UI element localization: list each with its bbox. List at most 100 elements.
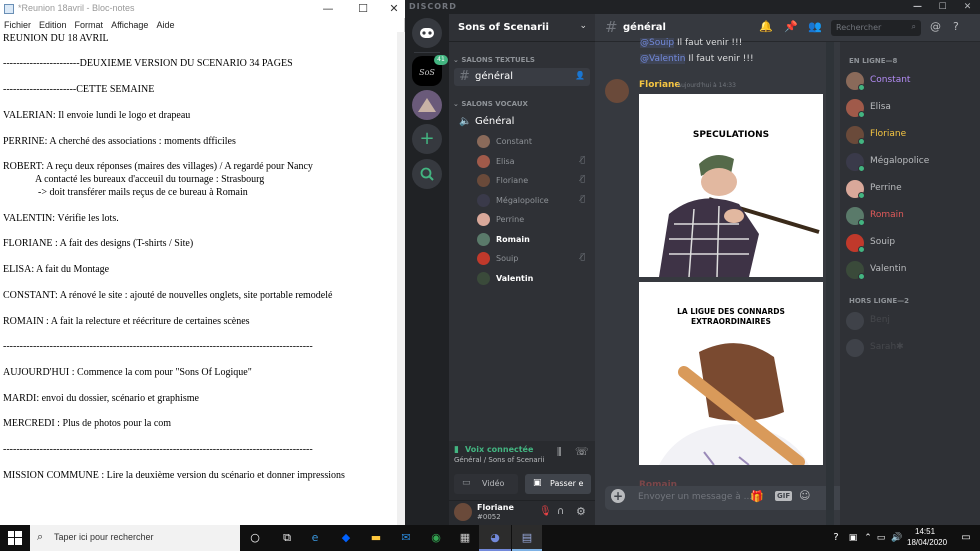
member-name: Floriane: [870, 129, 907, 139]
notepad-titlebar[interactable]: *Reunion 18avril - Bloc-notes — ☐ ✕: [0, 0, 405, 18]
notification-badge: 41: [434, 55, 448, 65]
member-name: Sarah✱: [870, 342, 904, 352]
voice-channels-category[interactable]: ⌄ SALONS VOCAUX: [453, 100, 528, 108]
chat-scrollbar[interactable]: [826, 42, 834, 525]
app-icon[interactable]: ▦: [457, 530, 473, 546]
taskbar-discord[interactable]: ◕: [479, 525, 511, 551]
members-icon[interactable]: 👥: [808, 20, 822, 33]
sound-icon[interactable]: ⫼: [557, 447, 562, 458]
notepad-icon: ▤: [521, 531, 533, 544]
online-status-icon: [858, 84, 865, 91]
voice-user[interactable]: Valentin: [473, 270, 589, 288]
member-item[interactable]: Perrine: [846, 177, 976, 201]
home-icon[interactable]: [412, 18, 442, 48]
invite-icon[interactable]: 👤: [575, 71, 585, 80]
menu-aide[interactable]: Aide: [156, 18, 174, 32]
text-line: ----------------------CETTE SEMAINE: [3, 84, 155, 95]
minimize-icon[interactable]: —: [910, 0, 926, 14]
member-item[interactable]: Constant: [846, 69, 976, 93]
message-author[interactable]: Floriane: [639, 80, 681, 90]
maximize-icon[interactable]: ☐: [935, 0, 951, 14]
search-icon: ⌕: [911, 22, 916, 31]
mention-icon[interactable]: @: [930, 20, 941, 33]
notepad-window: *Reunion 18avril - Bloc-notes — ☐ ✕ Fich…: [0, 0, 405, 525]
file-explorer-icon[interactable]: ▬: [368, 530, 384, 546]
voice-user[interactable]: Souip 🎙̸: [473, 250, 589, 268]
mute-icon[interactable]: 🎙: [539, 506, 552, 517]
member-name: Mégalopolice: [870, 156, 930, 166]
add-server-icon[interactable]: +: [412, 124, 442, 154]
voice-channel-general[interactable]: 🔈 Général: [454, 113, 590, 131]
avatar[interactable]: [454, 503, 472, 521]
notepad-menubar: Fichier Edition Format Affichage Aide: [0, 18, 405, 32]
notification-icon[interactable]: ▭: [958, 530, 974, 546]
search-input[interactable]: Rechercher ⌕: [831, 20, 921, 36]
edge-icon[interactable]: e: [307, 530, 323, 546]
volume-icon[interactable]: 🔊: [889, 530, 905, 546]
task-view-icon[interactable]: ○: [247, 530, 263, 546]
mail-icon[interactable]: ✉: [398, 530, 414, 546]
server-header[interactable]: Sons of Scenarii ⌄: [449, 14, 595, 42]
text-line: FLORIANE : A fait des designs (T-shirts …: [3, 238, 194, 249]
menu-format[interactable]: Format: [75, 18, 104, 32]
voice-user[interactable]: Constant: [473, 133, 589, 151]
dropbox-icon[interactable]: ◆: [338, 530, 354, 546]
close-icon[interactable]: ✕: [386, 2, 402, 16]
menu-fichier[interactable]: Fichier: [4, 18, 31, 32]
member-item[interactable]: Elisa: [846, 96, 976, 120]
disconnect-icon[interactable]: ☏: [575, 445, 589, 458]
emoji-icon[interactable]: ☺: [799, 489, 810, 502]
video-button[interactable]: ▭ Vidéo: [454, 474, 518, 494]
minimize-icon[interactable]: —: [320, 2, 336, 16]
member-item-offline[interactable]: Benj: [846, 309, 976, 333]
taskbar-search-placeholder: Taper ici pour rechercher: [54, 532, 154, 542]
text-line: MERCREDI : Plus de photos pour la com: [3, 418, 172, 429]
server-icon-2[interactable]: [412, 90, 442, 120]
member-item[interactable]: Mégalopolice: [846, 150, 976, 174]
member-item[interactable]: Romain: [846, 204, 976, 228]
menu-edition[interactable]: Edition: [39, 18, 67, 32]
explore-icon[interactable]: [412, 159, 442, 189]
member-item-offline[interactable]: Sarah✱: [846, 336, 976, 360]
maximize-icon[interactable]: ☐: [355, 2, 371, 16]
channel-general[interactable]: # général 👤: [454, 68, 590, 86]
taskbar-notepad[interactable]: ▤: [512, 525, 542, 551]
clock-date[interactable]: 18/04/2020: [907, 538, 947, 547]
gif-button[interactable]: GIF: [775, 491, 793, 501]
clock-time[interactable]: 14:51: [915, 527, 935, 536]
close-icon[interactable]: ✕: [960, 0, 976, 14]
member-item[interactable]: Souip: [846, 231, 976, 255]
category-label: SALONS VOCAUX: [461, 100, 528, 108]
gear-icon[interactable]: ⚙: [576, 505, 586, 518]
help-icon[interactable]: ?: [828, 530, 844, 546]
discord-titlebar[interactable]: DISCORD — ☐ ✕: [405, 0, 980, 14]
gift-icon[interactable]: 🎁: [750, 490, 764, 503]
voice-user[interactable]: Elisa 🎙̸: [473, 153, 589, 171]
voice-user[interactable]: Mégalopolice 🎙̸: [473, 192, 589, 210]
text-channels-category[interactable]: ⌄ SALONS TEXTUELS: [453, 56, 535, 64]
windows-start-icon[interactable]: [8, 531, 22, 548]
voice-user[interactable]: Romain: [473, 231, 589, 249]
image-attachment-ligue[interactable]: LA LIGUE DES CONNARDS EXTRAORDINAIRES: [639, 282, 823, 465]
bell-icon[interactable]: 🔔: [759, 20, 773, 33]
image-attachment-speculations[interactable]: SPECULATIONS: [639, 94, 823, 277]
avatar[interactable]: [605, 79, 629, 103]
mention[interactable]: @Valentin: [640, 54, 686, 64]
notepad-scrollbar[interactable]: [397, 32, 405, 525]
pin-icon[interactable]: 📌: [784, 20, 798, 33]
tray-icon[interactable]: ▣: [845, 530, 861, 546]
attach-icon[interactable]: +: [611, 489, 625, 503]
chrome-icon[interactable]: ◉: [428, 530, 444, 546]
task-view-icon[interactable]: ⧉: [279, 530, 295, 546]
member-item[interactable]: Valentin: [846, 258, 976, 282]
menu-affichage[interactable]: Affichage: [111, 18, 148, 32]
help-icon[interactable]: ?: [953, 20, 959, 33]
network-icon[interactable]: ▭: [873, 530, 889, 546]
voice-user[interactable]: Perrine: [473, 211, 589, 229]
voice-user[interactable]: Floriane 🎙̸: [473, 172, 589, 190]
taskbar-search-input[interactable]: ⌕ Taper ici pour rechercher: [30, 525, 240, 551]
screen-share-button[interactable]: ▣ Passer e: [525, 474, 591, 494]
headset-icon[interactable]: ∩: [557, 506, 564, 517]
mention[interactable]: @Souip: [640, 38, 675, 48]
member-item[interactable]: Floriane: [846, 123, 976, 147]
